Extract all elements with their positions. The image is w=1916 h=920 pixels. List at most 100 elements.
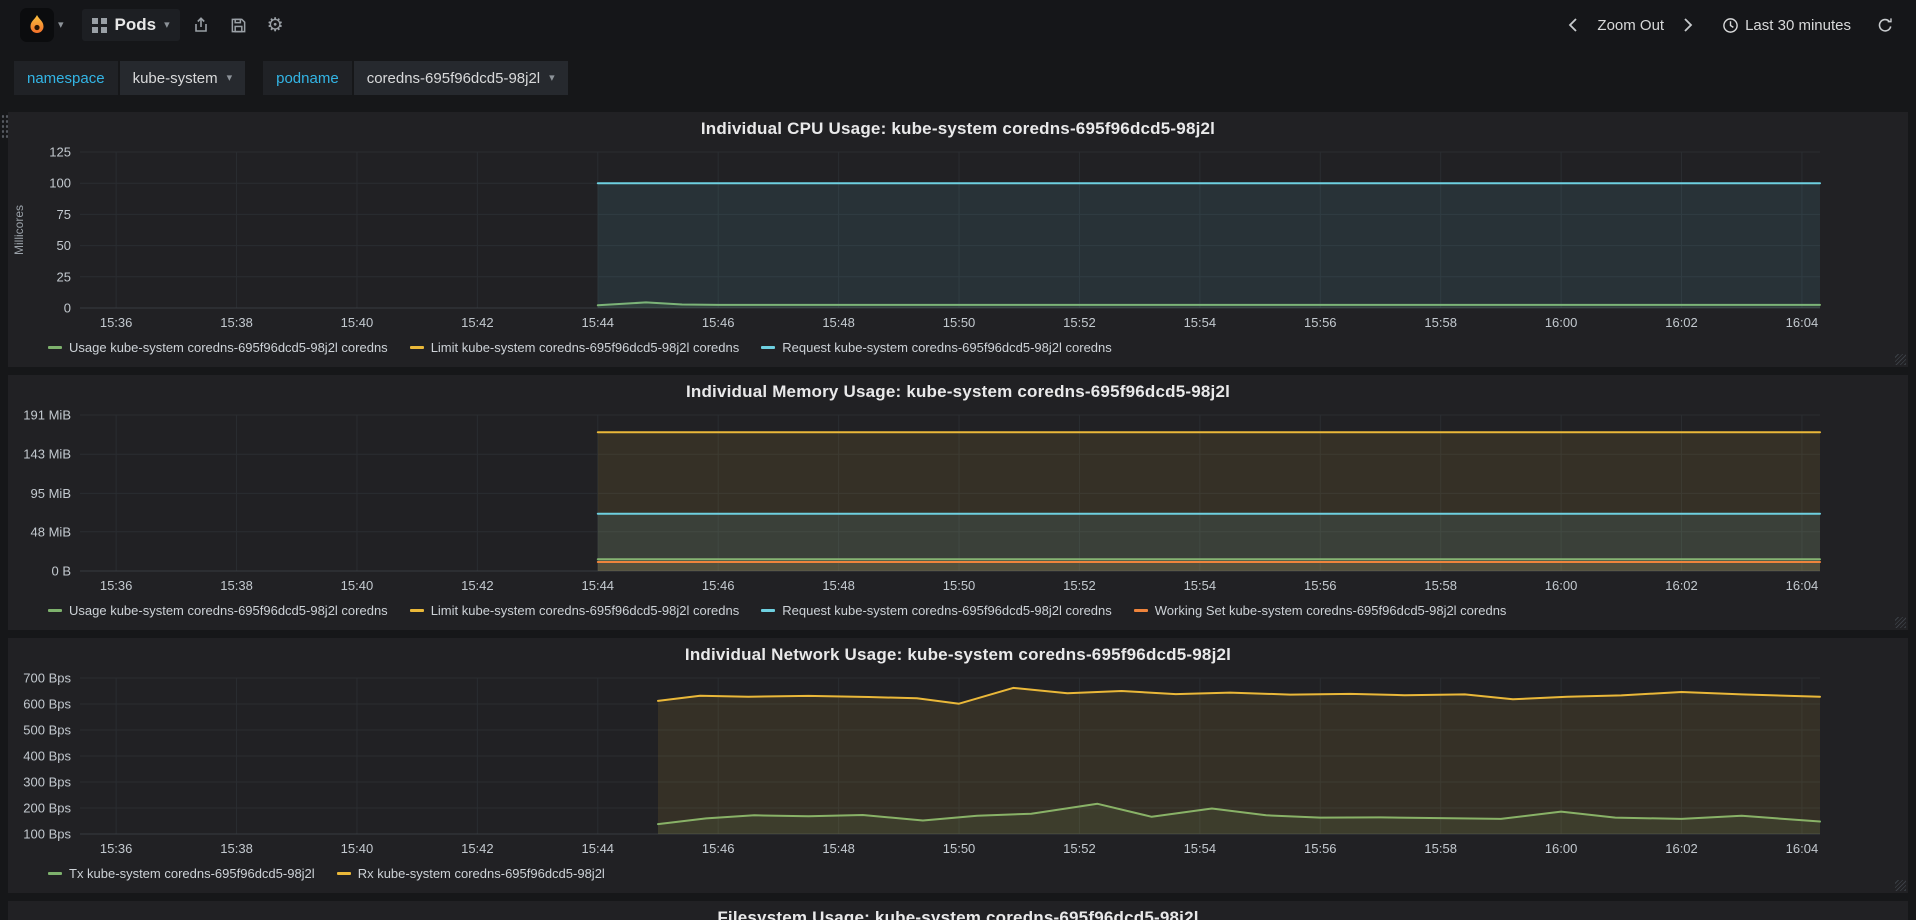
svg-text:0: 0: [64, 301, 71, 316]
legend-item[interactable]: Limit kube-system coredns-695f96dcd5-98j…: [409, 602, 740, 618]
legend-series-swatch-icon: [48, 345, 62, 349]
dashboard-settings-button[interactable]: ⚙: [259, 10, 292, 41]
chart-legend: Usage kube-system coredns-695f96dcd5-98j…: [8, 334, 1908, 359]
svg-text:16:04: 16:04: [1786, 315, 1819, 330]
chart-panel: Individual Network Usage: kube-system co…: [8, 638, 1908, 893]
svg-text:0 B: 0 B: [51, 564, 71, 579]
row-drag-handle[interactable]: [1, 114, 8, 140]
svg-text:15:46: 15:46: [702, 841, 735, 856]
legend-item[interactable]: Rx kube-system coredns-695f96dcd5-98j2l: [336, 866, 605, 881]
dashboard-panels: Individual CPU Usage: kube-system coredn…: [0, 112, 1916, 920]
legend-series-label: Request kube-system coredns-695f96dcd5-9…: [782, 339, 1112, 355]
legend-series-swatch-icon: [48, 871, 62, 875]
variable-value-dropdown[interactable]: kube-system ▾: [119, 61, 246, 95]
svg-text:16:02: 16:02: [1665, 315, 1698, 330]
variable-label: podname: [263, 61, 352, 95]
svg-text:15:44: 15:44: [582, 578, 615, 593]
svg-text:16:02: 16:02: [1665, 841, 1698, 856]
svg-text:15:38: 15:38: [220, 841, 253, 856]
legend-series-label: Limit kube-system coredns-695f96dcd5-98j…: [430, 602, 740, 618]
panel-resize-handle[interactable]: [1895, 354, 1906, 365]
variable-podname: podname coredns-695f96dcd5-98j2l ▾: [263, 61, 568, 95]
share-dashboard-button[interactable]: [184, 10, 218, 40]
panel-resize-handle[interactable]: [1895, 880, 1906, 891]
svg-text:15:50: 15:50: [943, 315, 976, 330]
svg-text:75: 75: [57, 207, 71, 222]
svg-text:15:44: 15:44: [582, 841, 615, 856]
chart-legend: Tx kube-system coredns-695f96dcd5-98j2l R…: [8, 860, 1908, 885]
svg-text:15:40: 15:40: [341, 578, 374, 593]
svg-text:15:50: 15:50: [943, 578, 976, 593]
time-shift-forward-button[interactable]: [1674, 11, 1702, 39]
chart-panel: Filesystem Usage: kube-system coredns-69…: [8, 901, 1908, 920]
variable-selected-value: coredns-695f96dcd5-98j2l: [366, 69, 541, 87]
zoom-out-button[interactable]: Zoom Out: [1589, 11, 1672, 40]
legend-series-swatch-icon: [336, 871, 351, 875]
chevron-right-icon: [1682, 17, 1694, 33]
legend-item[interactable]: Request kube-system coredns-695f96dcd5-9…: [761, 340, 1112, 355]
panel-title[interactable]: Individual Memory Usage: kube-system cor…: [8, 377, 1908, 407]
svg-text:15:44: 15:44: [582, 315, 615, 330]
legend-item[interactable]: Working Set kube-system coredns-695f96dc…: [1133, 602, 1507, 618]
svg-text:50: 50: [57, 238, 71, 253]
svg-text:15:52: 15:52: [1063, 841, 1096, 856]
legend-series-label: Request kube-system coredns-695f96dcd5-9…: [782, 602, 1112, 618]
svg-text:48 MiB: 48 MiB: [31, 524, 71, 539]
svg-text:400 Bps: 400 Bps: [23, 749, 71, 764]
grafana-flame-icon: [20, 8, 54, 42]
clock-icon: [1722, 17, 1739, 34]
save-dashboard-button[interactable]: [222, 11, 255, 40]
svg-text:15:56: 15:56: [1304, 578, 1337, 593]
panel-resize-handle[interactable]: [1895, 617, 1906, 628]
dashboard-picker[interactable]: Pods ▾: [81, 9, 180, 41]
svg-text:15:54: 15:54: [1184, 315, 1217, 330]
chart-panel: Individual Memory Usage: kube-system cor…: [8, 375, 1908, 630]
svg-text:95 MiB: 95 MiB: [31, 486, 71, 501]
chart-series[interactable]: [596, 431, 1821, 571]
variable-value-dropdown[interactable]: coredns-695f96dcd5-98j2l ▾: [353, 61, 568, 95]
svg-text:15:58: 15:58: [1424, 841, 1457, 856]
save-icon: [230, 17, 247, 34]
svg-text:200 Bps: 200 Bps: [23, 801, 71, 816]
svg-text:100 Bps: 100 Bps: [23, 827, 71, 842]
svg-text:15:38: 15:38: [220, 578, 253, 593]
refresh-icon: [1877, 17, 1894, 34]
panel-title[interactable]: Individual Network Usage: kube-system co…: [8, 640, 1908, 670]
refresh-button[interactable]: [1869, 11, 1902, 40]
legend-series-swatch-icon: [1133, 608, 1148, 612]
chart-series[interactable]: [657, 686, 1821, 834]
svg-text:15:56: 15:56: [1304, 315, 1337, 330]
legend-item[interactable]: Limit kube-system coredns-695f96dcd5-98j…: [409, 340, 739, 355]
dashboard-title: Pods: [114, 15, 157, 34]
variable-namespace: namespace kube-system ▾: [14, 61, 246, 95]
chart-series[interactable]: [596, 182, 1821, 308]
svg-text:143 MiB: 143 MiB: [23, 447, 71, 462]
chart-canvas[interactable]: 0 B 48 MiB 95 MiB 143 MiB 191 MiB 15:36 15:38 1…: [8, 407, 1908, 597]
legend-item[interactable]: Usage kube-system coredns-695f96dcd5-98j…: [48, 603, 388, 618]
chart-canvas[interactable]: 100 Bps 200 Bps 300 Bps 400 Bps 500 Bps 600 B…: [8, 670, 1908, 860]
svg-text:300 Bps: 300 Bps: [23, 775, 71, 790]
time-shift-back-button[interactable]: [1559, 11, 1587, 39]
legend-series-label: Usage kube-system coredns-695f96dcd5-98j…: [69, 339, 388, 355]
legend-series-swatch-icon: [409, 345, 424, 349]
zoom-out-label: Zoom Out: [1597, 16, 1665, 34]
legend-series-swatch-icon: [48, 608, 62, 612]
chart-canvas[interactable]: 0 25 50 75 100 125 15:36 15:38 15:40 15:42 15:44 15…: [8, 144, 1908, 334]
svg-text:15:48: 15:48: [822, 315, 855, 330]
svg-text:100: 100: [49, 176, 71, 191]
svg-text:16:00: 16:00: [1545, 578, 1578, 593]
grafana-logo[interactable]: ▾: [14, 6, 70, 44]
svg-text:700 Bps: 700 Bps: [23, 671, 71, 686]
legend-series-label: Usage kube-system coredns-695f96dcd5-98j…: [69, 602, 388, 618]
legend-item[interactable]: Tx kube-system coredns-695f96dcd5-98j2l: [48, 866, 315, 881]
time-range-picker[interactable]: Last 30 minutes: [1714, 11, 1859, 40]
legend-series-label: Working Set kube-system coredns-695f96dc…: [1154, 602, 1507, 618]
svg-text:15:50: 15:50: [943, 841, 976, 856]
svg-text:15:46: 15:46: [702, 578, 735, 593]
legend-item[interactable]: Request kube-system coredns-695f96dcd5-9…: [761, 603, 1112, 618]
panel-title[interactable]: Individual CPU Usage: kube-system coredn…: [8, 114, 1908, 144]
panel-title[interactable]: Filesystem Usage: kube-system coredns-69…: [8, 903, 1908, 920]
legend-item[interactable]: Usage kube-system coredns-695f96dcd5-98j…: [48, 340, 388, 355]
chevron-left-icon: [1567, 17, 1579, 33]
legend-series-swatch-icon: [761, 608, 776, 612]
